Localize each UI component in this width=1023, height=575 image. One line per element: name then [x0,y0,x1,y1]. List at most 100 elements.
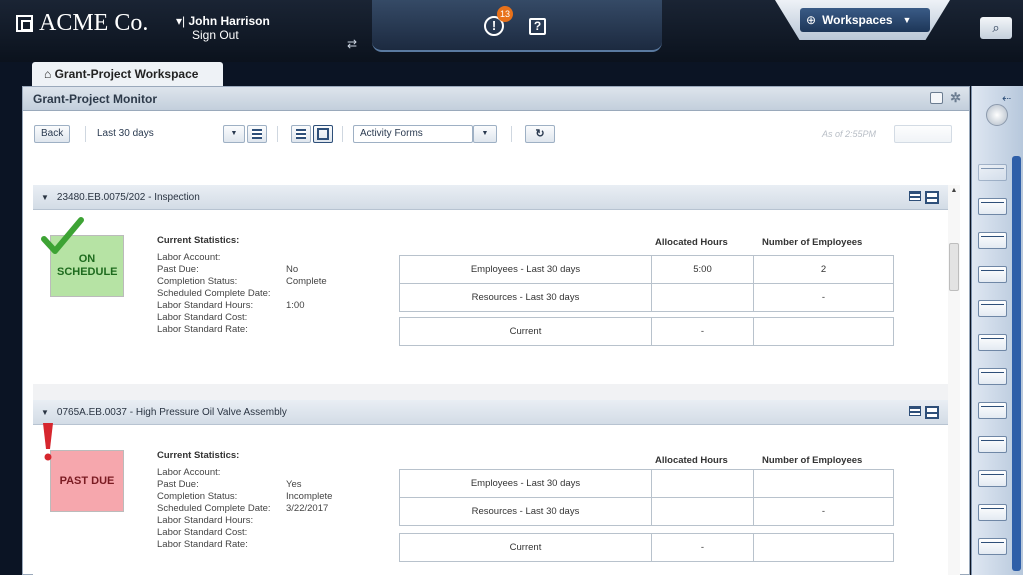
logo-mark-icon [16,15,33,32]
dock-globe-icon[interactable] [986,104,1008,126]
sign-out-link[interactable]: Sign Out [176,28,270,42]
form-view-button[interactable] [313,125,333,143]
dock-item[interactable] [978,470,1007,487]
dock-item[interactable] [978,402,1007,419]
user-menu[interactable]: ▾| John Harrison Sign Out [176,14,270,42]
employees-cell [753,317,894,346]
stat-value: Incomplete [286,491,333,502]
stat-label: Labor Account: [157,252,221,263]
grid-view-icon[interactable] [909,191,921,201]
table-row: Resources - Last 30 days - [399,497,894,526]
stat-labor-account: Labor Account: [157,467,271,479]
tab-grant-project-workspace[interactable]: ⌂ Grant-Project Workspace [32,62,223,86]
grid-view-icon[interactable] [909,406,921,416]
dock-scrollbar[interactable] [1012,156,1021,571]
stat-label: Labor Account: [157,467,221,478]
dock-item[interactable] [978,334,1007,351]
section-body: PAST DUE Current Statistics: Labor Accou… [33,423,949,575]
form-view-icon[interactable] [925,191,939,204]
employees-cell [753,533,894,562]
stat-label: Completion Status: [157,491,238,502]
calendar-button[interactable] [247,125,267,143]
stat-labor-standard-hours: Labor Standard Hours: 1:00 [157,300,305,312]
row-label: Employees - Last 30 days [399,255,652,284]
maximize-icon[interactable] [930,92,943,104]
employees-cell [753,469,894,498]
collapse-dock-icon[interactable]: ⇠ [1002,92,1011,105]
stat-label: Scheduled Complete Date: [157,503,271,514]
form-view-icon[interactable] [925,406,939,419]
alert-count-badge: 13 [497,6,513,22]
chevron-down-icon: ▼ [481,130,489,137]
toolbar-divider [511,126,512,142]
dock-item[interactable] [978,436,1007,453]
section-title: 0765A.EB.0037 - High Pressure Oil Valve … [56,407,287,418]
vertical-scrollbar[interactable]: ▲ [948,185,960,575]
status-label: PAST DUE [59,474,115,487]
results-list: ▼ 23480.EB.0075/202 - Inspection ON SCHED… [33,185,949,575]
allocated-hours-cell: - [651,317,754,346]
globe-icon: ⊕ [806,13,817,27]
dock-item[interactable] [978,164,1007,181]
dock-item[interactable] [978,266,1007,283]
section-header[interactable]: ▼ 0765A.EB.0037 - High Pressure Oil Valve… [33,400,949,425]
dock-item[interactable] [978,504,1007,521]
period-dropdown-button[interactable]: ▼ [223,125,245,143]
table-row: Resources - Last 30 days - [399,283,894,312]
stat-value: Yes [286,479,302,490]
back-button[interactable]: Back [34,125,71,143]
employees-cell: 2 [753,255,894,284]
calendar-icon [252,129,262,139]
collapse-arrow-icon[interactable]: ▼ [41,193,49,202]
search-button[interactable]: ⌕ [980,17,1012,39]
tab-label: Grant-Project Workspace [54,67,199,81]
row-label: Employees - Last 30 days [399,469,652,498]
section-header[interactable]: ▼ 23480.EB.0075/202 - Inspection [33,185,949,210]
exclamation-icon [43,423,53,461]
help-icon[interactable]: ? [529,18,546,35]
brand-logo[interactable]: ACME Co. [16,10,148,37]
stat-labor-account: Labor Account: [157,252,271,264]
stat-scheduled-complete-date: Scheduled Complete Date: 3/22/2017 [157,503,328,515]
top-bar: ACME Co. ▾| John Harrison Sign Out ⇄ ! 1… [0,0,1023,62]
gear-icon[interactable]: ✲ [950,89,961,107]
stat-label: Labor Standard Cost: [157,312,248,323]
employees-cell: - [753,497,894,526]
table-row: Current - [399,533,894,562]
labor-table: Employees - Last 30 days Resources - Las… [399,469,894,526]
allocated-hours-cell [651,283,754,312]
activity-forms-dropdown-button[interactable]: ▼ [473,125,497,143]
stat-label: Completion Status: [157,276,238,287]
grid-view-button[interactable] [291,125,311,143]
dock-item[interactable] [978,198,1007,215]
stat-scheduled-complete-date: Scheduled Complete Date: [157,288,271,300]
refresh-button[interactable]: ↻ [525,125,555,143]
table-row: Employees - Last 30 days 5:00 2 [399,255,894,284]
stat-value: 1:00 [286,300,305,311]
activity-forms-select[interactable]: Activity Forms [353,125,473,143]
dock-item[interactable] [978,300,1007,317]
status-badge: PAST DUE [50,450,124,512]
scroll-thumb[interactable] [949,243,959,291]
chevron-down-icon: ▼ [230,130,238,137]
scroll-up-arrow-icon[interactable]: ▲ [948,185,960,197]
sync-icon[interactable]: ⇄ [347,37,357,51]
labor-table: Employees - Last 30 days 5:00 2 Resource… [399,255,894,312]
collapse-arrow-icon[interactable]: ▼ [41,408,49,417]
workspaces-button[interactable]: ⊕ Workspaces ▼ [800,8,930,32]
dock-item[interactable] [978,538,1007,555]
column-header-allocated-hours: Allocated Hours [655,455,728,466]
home-icon: ⌂ [44,67,52,81]
dock-item[interactable] [978,232,1007,249]
stat-label: Labor Standard Rate: [157,324,248,335]
stat-label: Scheduled Complete Date: [157,288,271,299]
allocated-hours-cell: 5:00 [651,255,754,284]
stat-labor-standard-rate: Labor Standard Rate: [157,324,271,336]
period-select-value[interactable]: Last 30 days [97,128,154,139]
user-menu-caret[interactable]: ▾| [176,14,185,28]
notification-panel: ! 13 ? [372,0,662,52]
dock-item[interactable] [978,368,1007,385]
section-body: ON SCHEDULE Current Statistics: Labor Ac… [33,210,949,384]
export-button[interactable] [894,125,952,143]
form-view-icon [317,128,329,140]
